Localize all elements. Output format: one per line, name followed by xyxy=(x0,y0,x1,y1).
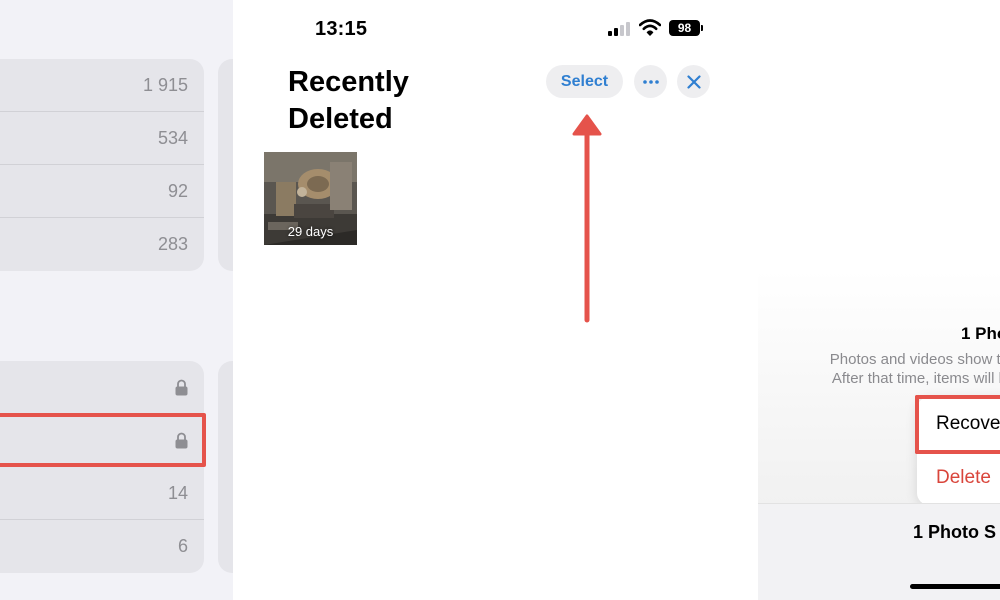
ellipsis-icon xyxy=(642,79,659,84)
album-count: 6 xyxy=(177,536,188,556)
lock-icon xyxy=(175,379,188,395)
hidden-album-row[interactable] xyxy=(0,361,204,414)
wifi-icon xyxy=(639,19,661,36)
select-button[interactable]: Select xyxy=(546,65,623,98)
home-indicator xyxy=(910,584,1000,589)
close-button[interactable] xyxy=(677,65,710,98)
highlight-box xyxy=(915,395,1000,454)
days-remaining-label: 29 days xyxy=(287,224,334,239)
album-count: 534 xyxy=(157,127,188,148)
albums-list-panel: 1 915 534 92 283 14 6 xyxy=(0,0,233,600)
sheet-description: Photos and videos show the da After that… xyxy=(774,350,1000,388)
side-card xyxy=(218,361,233,573)
action-sheet-screen: 1 Pho Photos and videos show the da Afte… xyxy=(758,0,1000,600)
delete-menu-item[interactable]: Delete xyxy=(917,451,1000,505)
album-count: 1 915 xyxy=(142,74,188,95)
sheet-title: 1 Pho xyxy=(961,324,1000,343)
page-title: Recently Deleted xyxy=(288,66,409,135)
battery-indicator: 98 xyxy=(669,20,703,36)
album-row[interactable]: 534 xyxy=(0,112,204,165)
more-button[interactable] xyxy=(634,65,667,98)
album-row[interactable]: 6 xyxy=(0,520,204,573)
album-count: 283 xyxy=(157,234,188,254)
album-row[interactable]: 14 xyxy=(0,467,204,520)
description-line: After that time, items will be pe xyxy=(831,370,1000,387)
side-card xyxy=(218,59,233,271)
cellular-signal-icon xyxy=(608,22,630,36)
deleted-photo-thumbnail[interactable]: 29 days xyxy=(264,152,357,245)
status-time: 13:15 xyxy=(315,18,368,40)
album-row[interactable]: 283 xyxy=(0,218,204,271)
red-arrow-annotation xyxy=(572,114,602,323)
close-icon xyxy=(686,74,701,89)
media-types-group: 1 915 534 92 283 xyxy=(0,59,204,271)
album-row[interactable]: 1 915 xyxy=(0,59,204,112)
highlight-box xyxy=(0,413,206,467)
album-row[interactable]: 92 xyxy=(0,165,204,218)
album-count: 14 xyxy=(167,482,188,503)
album-count: 92 xyxy=(167,180,188,201)
utilities-group: 14 6 xyxy=(0,361,204,573)
recently-deleted-screen: 13:15 98 Recently Deleted Select 29 days xyxy=(233,0,758,600)
selection-count-label: 1 Photo S xyxy=(913,522,997,542)
description-line: Photos and videos show the da xyxy=(829,351,1000,368)
